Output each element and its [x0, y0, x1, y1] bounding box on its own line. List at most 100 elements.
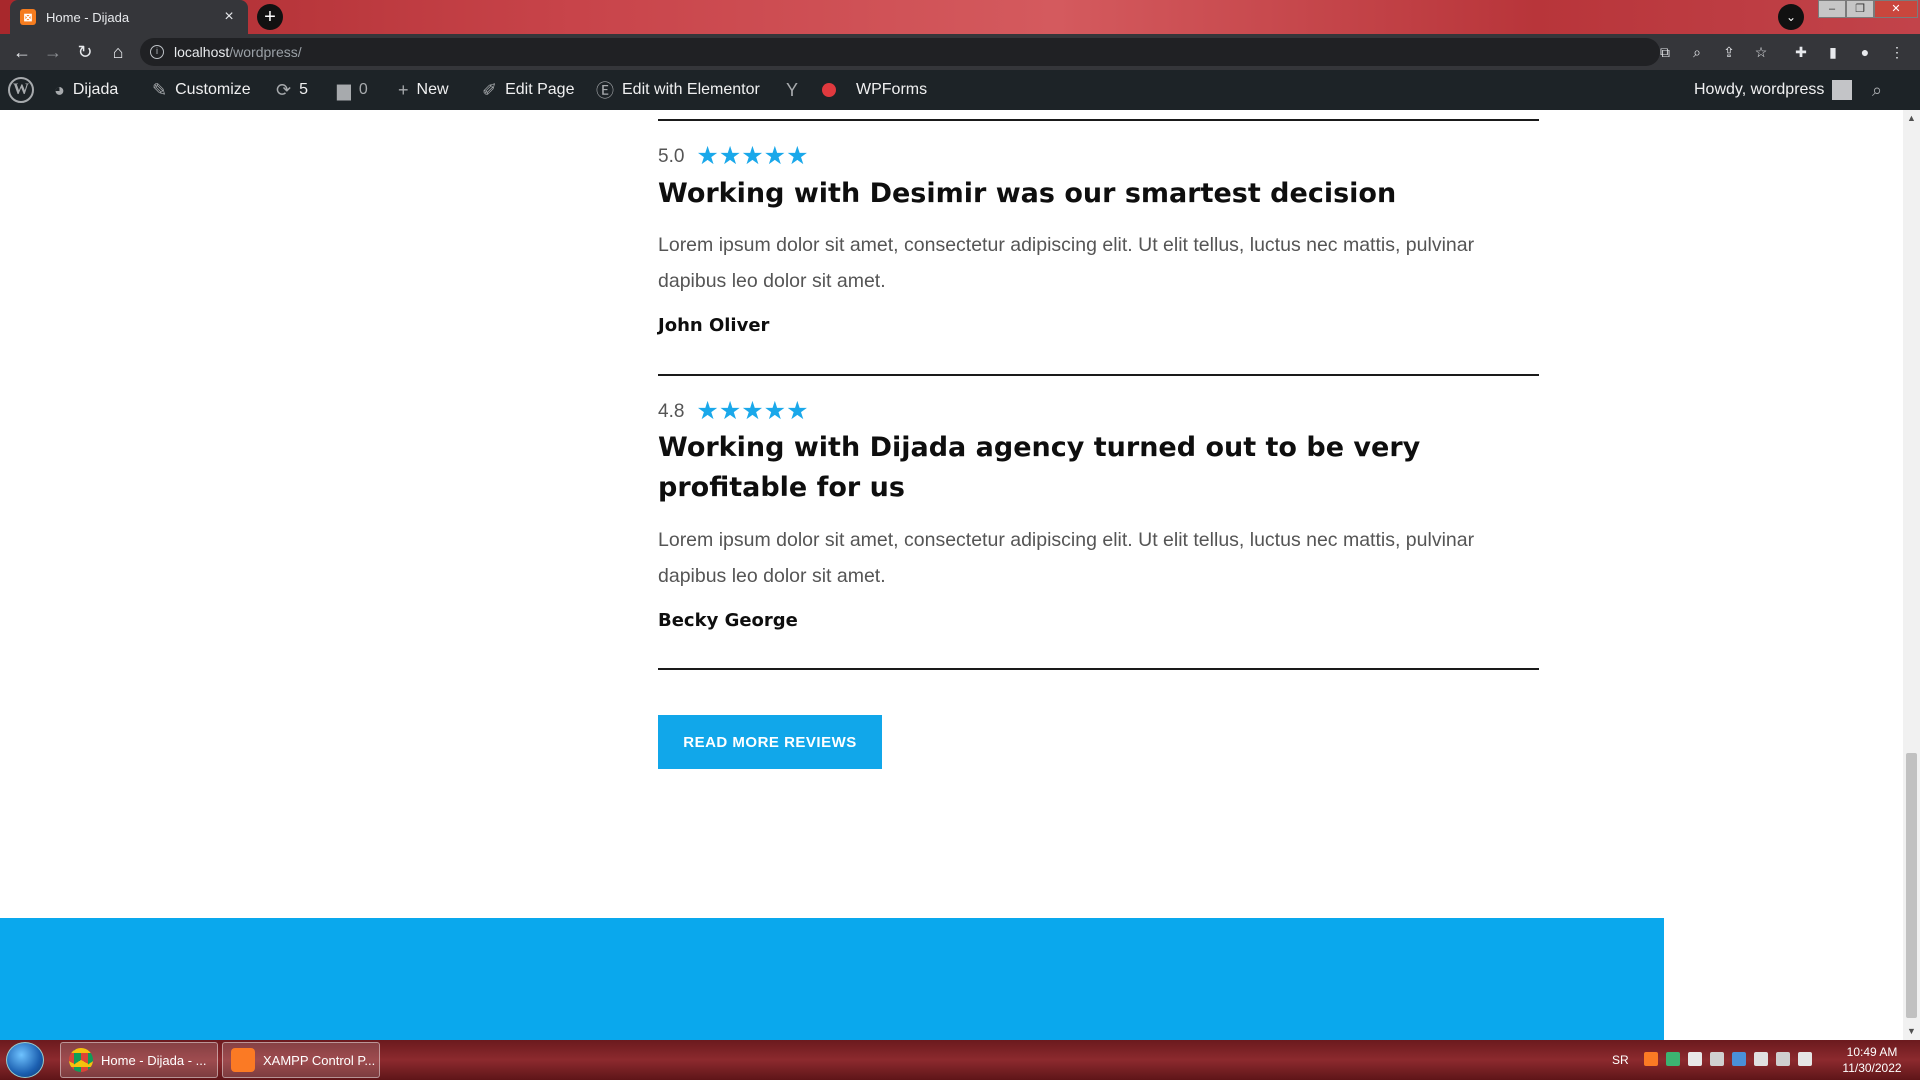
- windows-taskbar: Home - Dijada - ... XAMPP Control P... S…: [0, 1040, 1920, 1080]
- review-rating: 4.8 ★★★★★: [658, 399, 809, 424]
- comments-count: 0: [358, 81, 368, 98]
- wp-logo-menu[interactable]: W: [8, 70, 34, 110]
- side-panel-icon[interactable]: ▮: [1824, 43, 1842, 61]
- usb-tray-icon[interactable]: [1710, 1052, 1724, 1066]
- taskbar-xampp-label: XAMPP Control P...: [263, 1052, 376, 1068]
- customize-label: Customize: [175, 81, 251, 98]
- taskbar-chrome-item[interactable]: Home - Dijada - ...: [60, 1042, 218, 1078]
- wp-admin-bar: W ◕ Dijada ✎ Customize ⟳ 5 ▆ 0 + New ✐ E…: [0, 70, 1920, 110]
- url-path: /wordpress/: [229, 44, 302, 60]
- translate-icon[interactable]: ⧉: [1656, 43, 1674, 61]
- howdy-label: Howdy, wordpress: [1694, 81, 1825, 98]
- browser-tab-strip: ⊠ Home - Dijada × + ⌄ – ❐ ✕: [0, 0, 1920, 34]
- windows-start-button[interactable]: [6, 1042, 44, 1078]
- volume-speaker-icon[interactable]: [1798, 1052, 1812, 1066]
- browser-tab-active[interactable]: ⊠ Home - Dijada ×: [10, 0, 248, 34]
- wpforms-menu[interactable]: WPForms: [856, 70, 927, 110]
- rating-value: 4.8: [658, 400, 685, 422]
- site-info-icon[interactable]: i: [150, 45, 164, 59]
- edit-page-menu[interactable]: ✐ Edit Page: [482, 70, 574, 110]
- updates-icon: ⟳: [276, 79, 292, 100]
- edit-page-label: Edit Page: [505, 81, 575, 98]
- language-indicator[interactable]: SR: [1612, 1040, 1629, 1080]
- forward-arrow-icon[interactable]: →: [41, 40, 65, 64]
- bookmark-star-icon[interactable]: ☆: [1752, 43, 1770, 61]
- wordpress-logo-icon: W: [8, 77, 34, 103]
- new-content-menu[interactable]: + New: [398, 70, 449, 110]
- customize-menu[interactable]: ✎ Customize: [152, 70, 251, 110]
- yoast-icon: Y: [786, 79, 799, 100]
- xampp-tray-icon[interactable]: [1644, 1052, 1658, 1066]
- network-tray-icon[interactable]: [1688, 1052, 1702, 1066]
- review-author: Becky George: [658, 610, 798, 631]
- close-window-button[interactable]: ✕: [1874, 0, 1918, 18]
- zoom-icon[interactable]: ⌕: [1688, 43, 1706, 61]
- taskbar-xampp-item[interactable]: XAMPP Control P...: [222, 1042, 380, 1078]
- avatar: [1832, 80, 1853, 100]
- elementor-icon: Ⓔ: [596, 81, 614, 101]
- menu-kebab-icon[interactable]: ⋮: [1888, 43, 1906, 61]
- xampp-icon: [231, 1048, 255, 1072]
- divider: [658, 668, 1539, 670]
- back-arrow-icon[interactable]: ←: [10, 40, 34, 64]
- new-label: New: [416, 81, 449, 98]
- extensions-puzzle-icon[interactable]: ✚: [1792, 43, 1810, 61]
- display-tray-icon[interactable]: [1776, 1052, 1790, 1066]
- reload-icon[interactable]: ↻: [73, 40, 97, 64]
- update-tray-icon[interactable]: [1732, 1052, 1746, 1066]
- browser-toolbar: ← → ↻ ⌂ i localhost/wordpress/ ⧉ ⌕ ⇪ ☆ ✚…: [0, 34, 1920, 70]
- review-text: Lorem ipsum dolor sit amet, consectetur …: [658, 234, 1475, 292]
- divider: [658, 119, 1539, 121]
- read-more-reviews-button[interactable]: READ MORE REVIEWS: [658, 715, 882, 769]
- taskbar-chrome-label: Home - Dijada - ...: [101, 1052, 207, 1068]
- rating-value: 5.0: [658, 145, 685, 167]
- url-host: localhost: [174, 44, 230, 60]
- page-scrollbar[interactable]: ▲ ▼: [1903, 110, 1920, 1040]
- security-tray-icon[interactable]: [1666, 1052, 1680, 1066]
- new-tab-button[interactable]: +: [257, 4, 283, 30]
- share-icon[interactable]: ⇪: [1720, 43, 1738, 61]
- admin-search[interactable]: ⌕: [1872, 70, 1890, 110]
- edit-elementor-label: Edit with Elementor: [622, 81, 760, 98]
- status-red-dot-icon: [822, 83, 836, 97]
- comment-bubble-icon: ▆: [337, 79, 351, 100]
- minimize-button[interactable]: –: [1818, 0, 1846, 18]
- plus-icon: +: [398, 79, 409, 100]
- taskbar-clock[interactable]: 10:49 AM 11/30/2022: [1832, 1044, 1912, 1076]
- site-name-menu[interactable]: ◕ Dijada: [54, 70, 118, 110]
- star-rating-icon: ★★★★★: [696, 397, 809, 425]
- star-rating-icon: ★★★★★: [696, 142, 809, 170]
- dashboard-gauge-icon: ◕: [54, 79, 65, 100]
- review-title: Working with Dijada agency turned out to…: [658, 432, 1421, 503]
- xampp-favicon-icon: ⊠: [20, 9, 36, 25]
- updates-count: 5: [299, 81, 308, 98]
- seo-status-dot: [822, 70, 836, 110]
- address-bar[interactable]: i localhost/wordpress/: [140, 38, 1660, 66]
- restore-button[interactable]: ❐: [1846, 0, 1874, 18]
- action-center-flag-icon[interactable]: [1754, 1052, 1768, 1066]
- footer-band: [0, 918, 1664, 1040]
- tab-close-icon[interactable]: ×: [220, 8, 238, 26]
- profile-icon[interactable]: ●: [1856, 43, 1874, 61]
- tab-title: Home - Dijada: [46, 9, 130, 25]
- updates-menu[interactable]: ⟳ 5: [276, 70, 308, 110]
- tab-search-chevron-icon[interactable]: ⌄: [1778, 4, 1804, 30]
- clock-date: 11/30/2022: [1842, 1061, 1902, 1075]
- review-text: Lorem ipsum dolor sit amet, consectetur …: [658, 529, 1475, 587]
- scroll-up-arrow-icon[interactable]: ▲: [1903, 110, 1920, 127]
- scroll-thumb[interactable]: [1906, 753, 1917, 1018]
- divider: [658, 374, 1539, 376]
- wpforms-label: WPForms: [856, 81, 928, 98]
- review-author: John Oliver: [658, 315, 770, 336]
- review-rating: 5.0 ★★★★★: [658, 144, 809, 169]
- clock-time: 10:49 AM: [1846, 1045, 1898, 1059]
- review-title: Working with Desimir was our smartest de…: [658, 178, 1397, 209]
- comments-menu[interactable]: ▆ 0: [337, 70, 368, 110]
- scroll-down-arrow-icon[interactable]: ▼: [1903, 1023, 1920, 1040]
- home-icon[interactable]: ⌂: [106, 40, 130, 64]
- search-icon: ⌕: [1872, 79, 1883, 100]
- edit-elementor-menu[interactable]: Ⓔ Edit with Elementor: [596, 70, 760, 110]
- my-account-menu[interactable]: Howdy, wordpress: [1694, 70, 1853, 110]
- yoast-menu[interactable]: Y: [786, 70, 806, 110]
- chrome-icon: [69, 1048, 93, 1072]
